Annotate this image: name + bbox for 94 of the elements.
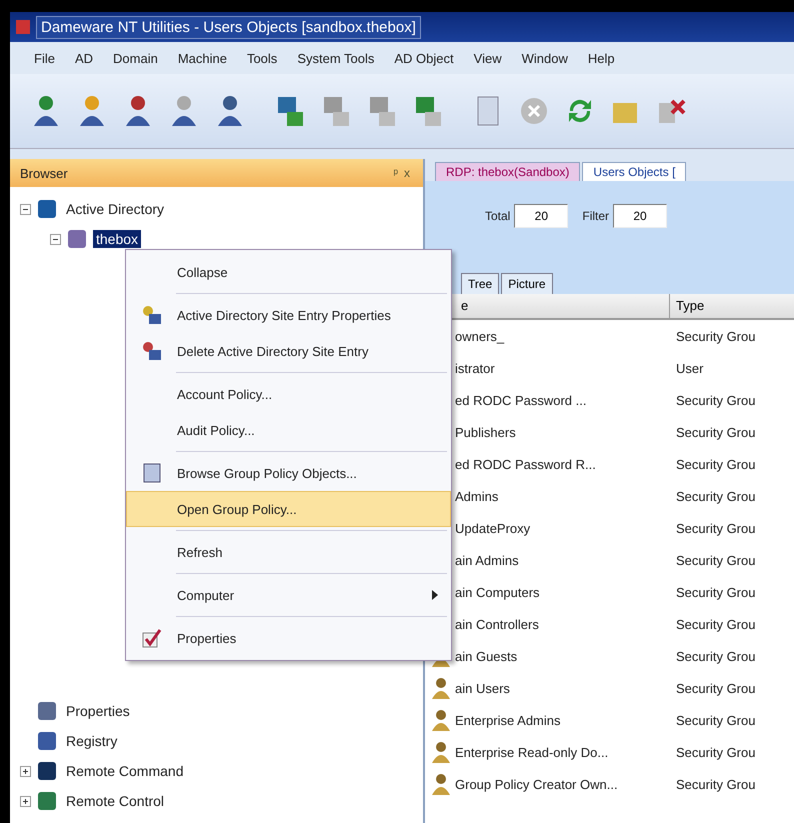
person-icon [77, 94, 107, 128]
menu-item[interactable]: Window [514, 48, 576, 68]
menu-option[interactable]: Audit Policy... [126, 412, 451, 448]
table-cell: Security Grou [676, 488, 756, 504]
close-button[interactable]: x [401, 166, 413, 180]
table-cell: ed RODC Password ... [455, 392, 586, 408]
menu-option[interactable]: Browse Group Policy Objects... [126, 455, 451, 491]
column-header[interactable]: Type [670, 294, 794, 318]
tree-item[interactable]: Remote Command [63, 762, 186, 780]
collapse-icon[interactable] [20, 204, 31, 214]
table-cell: ain Controllers [455, 616, 539, 632]
menu-option[interactable]: Refresh [126, 534, 451, 570]
table-cell: Security Grou [676, 584, 756, 600]
menu-option[interactable]: Open Group Policy... [126, 491, 451, 527]
table-cell: ain Admins [455, 552, 519, 568]
menu-item[interactable]: View [466, 48, 510, 68]
node-icon [37, 731, 57, 751]
stop-icon [518, 95, 550, 127]
table-cell: Security Grou [676, 648, 756, 664]
menu-item[interactable]: System Tools [289, 48, 382, 68]
count-label: Total [485, 209, 510, 223]
network-icon [141, 340, 163, 362]
view-tab[interactable]: Picture [501, 273, 553, 294]
person-icon [123, 94, 153, 128]
expand-icon[interactable] [20, 796, 31, 806]
table-cell: ed RODC Password R... [455, 456, 596, 472]
computer-icon [413, 94, 443, 128]
count-field: 20 [613, 204, 668, 228]
tree-item[interactable]: Active Directory [63, 200, 168, 218]
person-icon [169, 94, 199, 128]
network-icon [141, 304, 163, 326]
menu-item[interactable]: File [26, 48, 63, 68]
menu-item[interactable]: Help [580, 48, 623, 68]
person-icon [31, 94, 61, 128]
table-cell: Security Grou [676, 552, 756, 568]
table-cell: Security Grou [676, 520, 756, 536]
tree-item[interactable]: Remote Control [63, 792, 168, 810]
count-label: Filter [582, 209, 610, 223]
collapse-icon[interactable] [50, 234, 61, 244]
table-cell: Security Grou [676, 616, 756, 632]
node-icon [67, 229, 87, 249]
table-cell: User [676, 360, 704, 376]
table-cell: Security Grou [676, 744, 756, 760]
table-cell: owners_ [455, 328, 504, 344]
table-cell: ain Computers [455, 584, 540, 600]
table-cell: Security Grou [676, 680, 756, 696]
table-cell: ain Guests [455, 648, 518, 664]
tree-item[interactable]: Properties [63, 702, 133, 720]
checkmark-icon [141, 627, 163, 649]
computer-icon [275, 94, 305, 128]
menu-option[interactable]: Properties [126, 620, 451, 656]
computer-icon [367, 94, 397, 128]
tree-item[interactable]: thebox [93, 230, 142, 248]
pin-button[interactable]: ᵖ [390, 166, 401, 180]
table-cell: Security Grou [676, 712, 756, 728]
table-cell: Admins [455, 488, 498, 504]
count-field: 20 [514, 204, 568, 228]
menu-item[interactable]: Machine [170, 48, 235, 68]
table-cell: ain Users [455, 680, 510, 696]
table-cell: Publishers [455, 424, 516, 440]
menu-option[interactable]: Delete Active Directory Site Entry [126, 333, 451, 369]
table-cell: Enterprise Read-only Do... [455, 744, 608, 760]
document-tab[interactable]: RDP: thebox(Sandbox) [435, 162, 580, 181]
view-tab[interactable]: Tree [461, 273, 500, 294]
table-cell: Security Grou [676, 328, 756, 344]
expand-icon[interactable] [20, 766, 31, 776]
node-icon [37, 199, 57, 219]
menu-item[interactable]: AD [66, 48, 102, 68]
menu-option[interactable]: Account Policy... [126, 376, 451, 412]
table-cell: Enterprise Admins [455, 712, 560, 728]
table-cell: Security Grou [676, 456, 756, 472]
table-cell: istrator [455, 360, 495, 376]
person-icon [215, 94, 245, 128]
menu-item[interactable]: Domain [105, 48, 166, 68]
panel-title: Browser [20, 166, 68, 180]
menu-item[interactable]: AD Object [386, 48, 462, 68]
table-cell: UpdateProxy [455, 520, 530, 536]
table-cell: Security Grou [676, 424, 756, 440]
app-icon [16, 20, 30, 34]
table-cell: Security Grou [676, 776, 756, 792]
menu-option[interactable]: Collapse [126, 254, 451, 290]
menu-item[interactable]: Tools [238, 48, 286, 68]
computer-icon [321, 94, 351, 128]
document-icon [141, 462, 163, 484]
document-tab[interactable]: Users Objects [ [582, 162, 686, 181]
table-cell: Group Policy Creator Own... [455, 776, 618, 792]
menu-option[interactable]: Computer [126, 577, 451, 613]
window-title: Dameware NT Utilities - Users Objects [sandbox.thebox] [36, 16, 421, 38]
table-cell: Security Grou [676, 392, 756, 408]
node-icon [37, 761, 57, 781]
node-icon [37, 701, 57, 721]
tree-item[interactable]: Registry [63, 732, 120, 750]
node-icon [37, 791, 57, 811]
submenu-arrow-icon [432, 590, 438, 600]
